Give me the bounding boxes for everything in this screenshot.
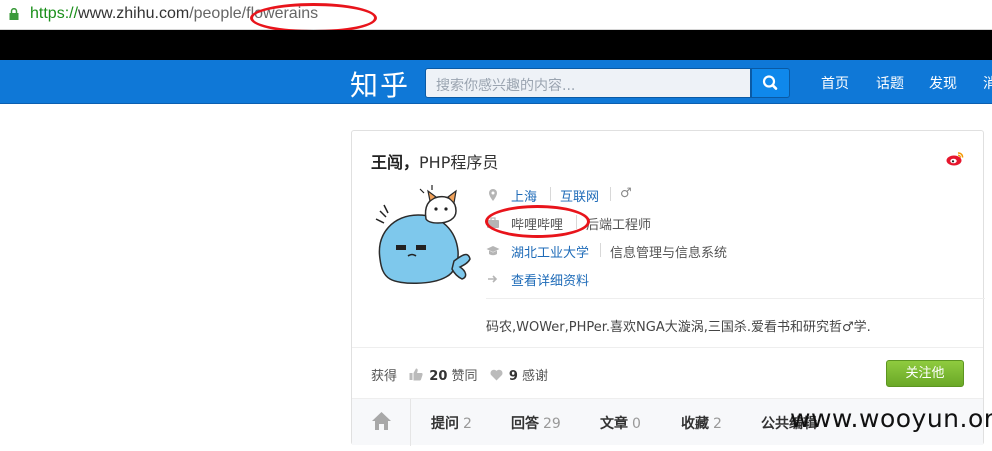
separator [550,187,551,201]
tab-label: 回答 [511,416,539,432]
arrow-right-icon [488,275,498,283]
school-link[interactable]: 湖北工业大学 [511,242,589,261]
profile-bio: 码农,WOWer,PHPer.喜欢NGA大漩涡,三国杀.爱看书和研究哲♂学. [486,320,871,335]
browser-url-bar[interactable]: https://www.zhihu.com/people/flowerains [0,0,992,33]
url-scheme: https:// [30,5,79,22]
site-header: 知乎 搜索你感兴趣的内容... 首页 话题 发现 消 [0,60,992,104]
nav-home[interactable]: 首页 [821,73,849,93]
avatar[interactable] [372,181,472,291]
separator [600,243,601,257]
view-details-link[interactable]: 查看详细资料 [511,270,589,289]
search-icon [762,75,778,90]
location-link[interactable]: 上海 [511,186,537,205]
tab-label: 提问 [431,416,459,432]
thanks-label: 感谢 [522,369,549,384]
site-logo[interactable]: 知乎 [350,64,410,104]
tab-collections[interactable]: 收藏 2 [681,413,722,433]
tab-label: 文章 [600,416,628,432]
profile-title: 王闯，PHP程序员 [371,149,498,173]
search-button[interactable] [751,68,790,98]
agree-label: 赞同 [451,369,478,384]
heart-icon [490,369,503,381]
tab-count: 2 [463,416,472,432]
graduation-cap-icon [486,246,500,256]
watermark: www.wooyun.org [790,404,992,433]
thumbs-up-icon [409,368,423,381]
position-name: 后端工程师 [586,218,652,233]
divider [352,347,983,348]
thanks-count: 9 [508,369,518,384]
detail-row: 查看详细资料 [486,269,786,289]
tab-answers[interactable]: 回答 29 [511,413,561,433]
nav-explore[interactable]: 发现 [929,73,957,93]
location-pin-icon [489,189,497,201]
weibo-icon[interactable] [946,151,964,166]
tab-count: 0 [632,416,641,432]
stats-label: 获得 [371,369,398,384]
name-separator: ， [403,153,420,172]
tab-count: 29 [543,416,561,432]
home-icon [372,412,391,430]
annotation-circle [250,3,377,33]
major-name: 信息管理与信息系统 [610,246,728,261]
search-input[interactable]: 搜索你感兴趣的内容... [425,68,751,98]
tab-count: 2 [713,416,722,432]
tab-home[interactable] [352,399,411,446]
nav-topics[interactable]: 话题 [876,73,904,93]
agree-count: 20 [429,369,448,384]
annotation-circle [485,205,590,238]
profile-headline: PHP程序员 [419,153,499,172]
profile-card: 王闯，PHP程序员 上海 互联网 ♂ 哔哩哔哩 后端工程师 湖北工业大学 信息管… [351,130,985,446]
education-row: 湖北工业大学 信息管理与信息系统 [486,241,786,261]
industry-link[interactable]: 互联网 [560,186,599,205]
tab-label: 收藏 [681,416,709,432]
divider [486,298,985,299]
follow-button[interactable]: 关注他 [886,360,964,387]
tab-questions[interactable]: 提问 2 [431,413,472,433]
profile-name: 王闯 [371,153,404,172]
gender-icon: ♂ [620,186,632,201]
profile-stats: 获得 20 赞同 9 感谢 [371,365,548,384]
url-host: www.zhihu.com [78,5,190,22]
tab-articles[interactable]: 文章 0 [600,413,641,433]
nav-messages[interactable]: 消 [983,73,992,93]
separator [610,187,611,201]
location-row: 上海 互联网 ♂ [486,185,786,205]
lock-icon [9,8,19,20]
redacted-bar [0,30,992,60]
